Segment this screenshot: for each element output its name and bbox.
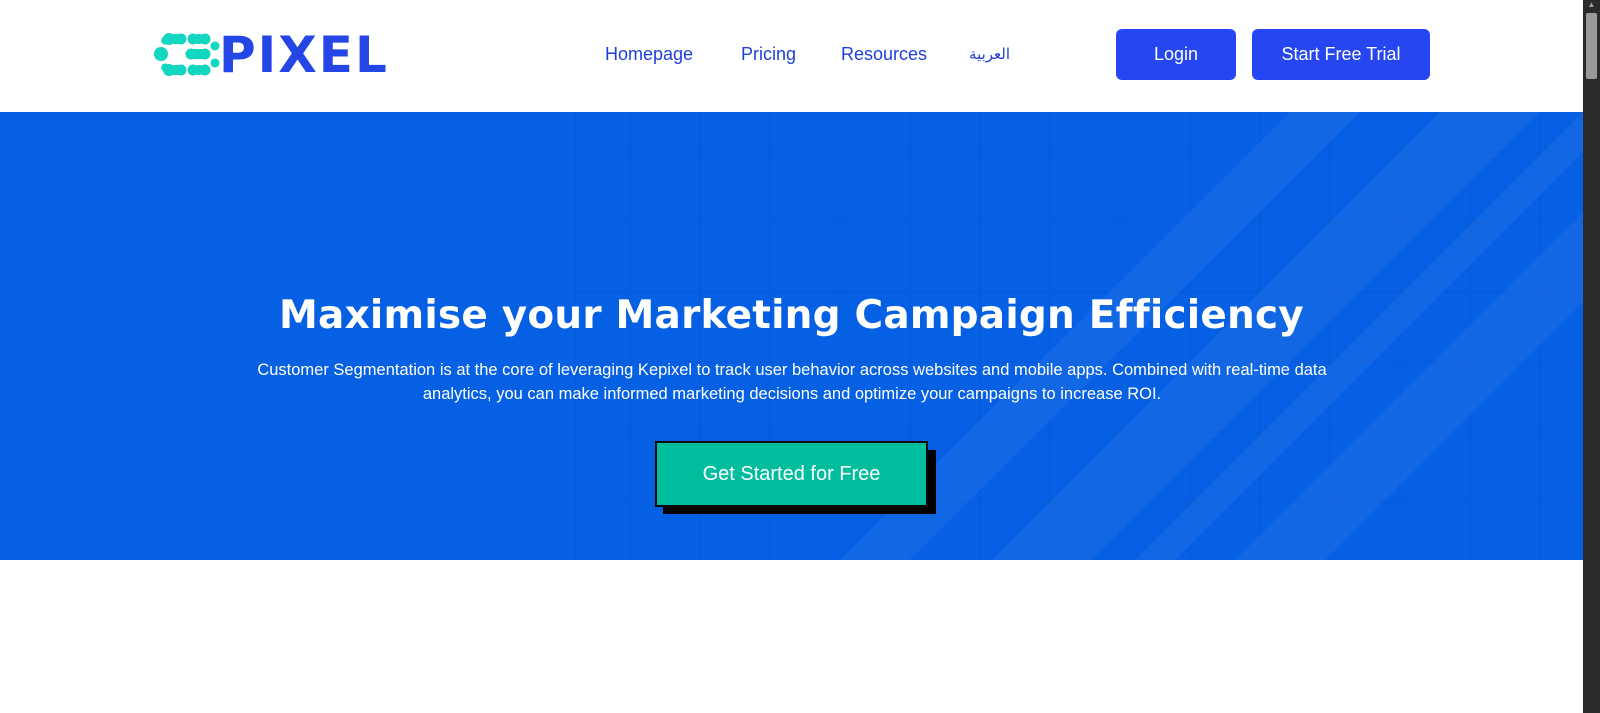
login-button[interactable]: Login: [1116, 29, 1236, 80]
scroll-up-arrow-icon[interactable]: ▲: [1583, 0, 1600, 12]
browser-page: PIXEL Homepage Pricing Resources العربية…: [0, 0, 1600, 713]
page-viewport: PIXEL Homepage Pricing Resources العربية…: [0, 0, 1583, 713]
hero-heading: Maximise your Marketing Campaign Efficie…: [279, 293, 1304, 338]
logo-mark-icon: [154, 33, 220, 76]
nav-link-arabic-language[interactable]: العربية: [969, 41, 1010, 67]
page-scrollbar[interactable]: ▲: [1583, 0, 1600, 713]
kepixel-logo[interactable]: PIXEL: [153, 30, 389, 80]
nav-link-homepage[interactable]: Homepage: [605, 41, 693, 67]
nav-link-pricing[interactable]: Pricing: [741, 41, 796, 67]
site-header: PIXEL Homepage Pricing Resources العربية…: [0, 0, 1583, 112]
get-started-button[interactable]: Get Started for Free: [655, 441, 928, 507]
start-free-trial-button[interactable]: Start Free Trial: [1252, 29, 1430, 80]
logo-wordmark: PIXEL: [219, 26, 389, 84]
scrollbar-thumb[interactable]: [1586, 13, 1597, 79]
hero-description: Customer Segmentation is at the core of …: [257, 361, 1327, 403]
hero-section: Maximise your Marketing Campaign Efficie…: [0, 112, 1583, 560]
nav-link-resources[interactable]: Resources: [841, 41, 927, 67]
